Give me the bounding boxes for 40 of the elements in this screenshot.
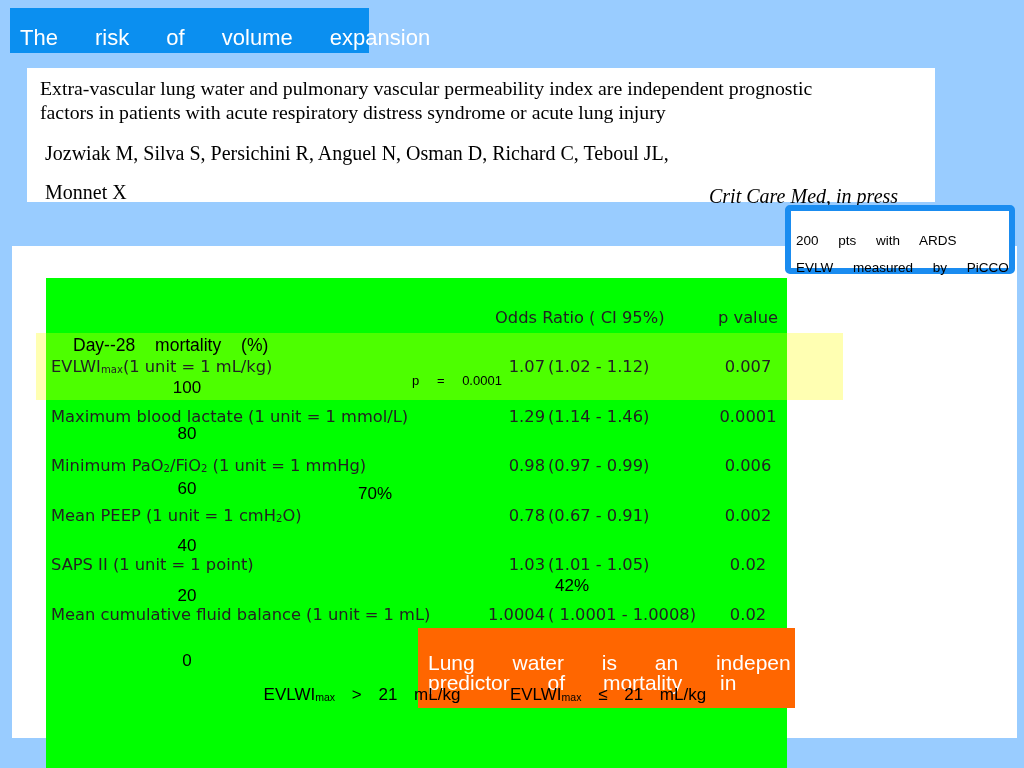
axis-tick-label: 0 xyxy=(182,653,192,669)
p-value-label: p = 0.0001 xyxy=(412,373,502,389)
axis-tick-label: 60 xyxy=(177,481,197,497)
p-value: 0.02 xyxy=(729,556,767,575)
variable-name: Mean cumulative fluid balance (1 unit = 1 mL) xyxy=(51,605,431,624)
p-value: 0.02 xyxy=(729,605,767,624)
journal-citation: Crit Care Med, in press xyxy=(709,186,899,206)
variable-name: Maximum blood lactate (1 unit = 1 mmol/L) xyxy=(51,407,409,426)
p-value: 0.0001 xyxy=(719,407,777,426)
p-value: 0.007 xyxy=(724,358,772,377)
study-info-text: 200 pts with ARDS xyxy=(796,232,957,250)
confidence-interval: (0.97 - 0.99) xyxy=(547,457,650,476)
column-header: Odds Ratio ( CI 95%) xyxy=(494,308,665,327)
axis-tick-label: 100 xyxy=(172,380,202,396)
data-label: 42% xyxy=(555,578,589,594)
column-header: p value xyxy=(718,308,778,327)
confidence-interval: (0.67 - 0.91) xyxy=(547,506,650,525)
confidence-interval: (1.14 - 1.46) xyxy=(547,407,650,426)
study-info-text: EVLW measured by PiCCO xyxy=(796,259,1009,277)
odds-ratio-value: 1.07 xyxy=(508,358,545,377)
p-value: 0.006 xyxy=(724,457,772,476)
odds-ratio-value: 0.78 xyxy=(508,506,545,525)
axis-tick-label: 80 xyxy=(177,426,197,442)
conclusion-text: Lung water is an indepen xyxy=(428,653,791,673)
odds-ratio-value: 1.29 xyxy=(508,407,545,426)
confidence-interval: (1.01 - 1.05) xyxy=(547,556,650,575)
odds-ratio-value: 1.03 xyxy=(508,556,545,575)
variable-name: SAPS II (1 unit = 1 point) xyxy=(51,556,254,575)
axis-tick-label: 20 xyxy=(177,588,197,604)
odds-ratio-value: 1.0004 xyxy=(488,605,545,624)
author-list: Monnet X xyxy=(45,182,127,202)
p-value: 0.002 xyxy=(724,506,772,525)
author-list: Jozwiak M, Silva S, Persichini R, Anguel N, Osman D, Richard C, Teboul JL, xyxy=(45,143,669,163)
article-title: Extra-vascular lung water and pulmonary vascular permeability index are independent prognostic factors in patients with acute respiratory distress syndrome or acute lung injury xyxy=(40,76,814,124)
odds-ratio-value: 0.98 xyxy=(508,457,545,476)
confidence-interval: (1.02 - 1.12) xyxy=(547,358,650,377)
axis-tick-label: 40 xyxy=(177,538,197,554)
data-label: 70% xyxy=(358,486,392,502)
confidence-interval: ( 1.0001 - 1.0008) xyxy=(547,605,697,624)
chart-title: Day--28 mortality (%) xyxy=(73,337,269,353)
